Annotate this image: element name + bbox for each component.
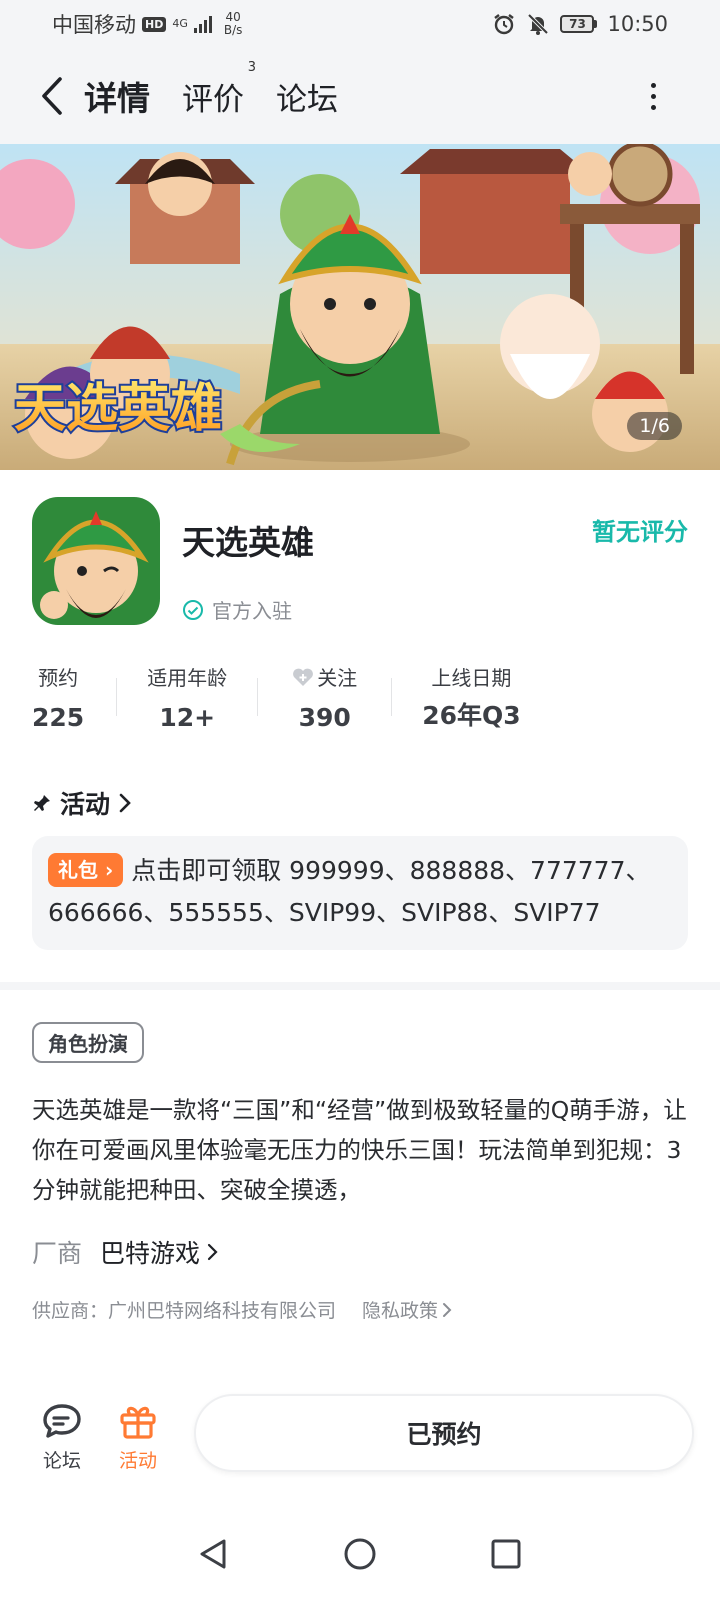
status-left: 中国移动 HD 4G 40 B/s <box>52 9 242 39</box>
tab-forum[interactable]: 论坛 <box>276 74 338 119</box>
activity-title: 活动 <box>60 790 111 819</box>
genre-tag[interactable]: 角色扮演 <box>32 1022 144 1063</box>
clock: 10:50 <box>607 12 668 36</box>
stat-reservations: 预约 225 <box>32 660 116 734</box>
chat-bubble-icon <box>43 1404 81 1438</box>
tab-details[interactable]: 详情 <box>79 72 155 124</box>
forum-label: 论坛 <box>42 1450 81 1472</box>
activity-text: 点击即可领取 999999、888888、777777、666666、55555… <box>48 856 651 927</box>
official-badge: 官方入驻 <box>182 595 292 624</box>
stat-label: 适用年龄 <box>147 666 228 690</box>
chevron-right-icon <box>443 1302 452 1317</box>
tab-details-label: 详情 <box>84 79 150 118</box>
heart-plus-icon <box>293 668 314 686</box>
activity-button[interactable]: 活动 <box>108 1402 168 1473</box>
stat-release-date: 上线日期 26年Q3 <box>392 660 550 734</box>
tab-reviews[interactable]: 评价 3 <box>182 60 256 119</box>
signal-icon <box>193 15 212 33</box>
official-label: 官方入驻 <box>212 599 292 623</box>
activity-card[interactable]: 礼包 › 点击即可领取 999999、888888、777777、666666、5… <box>32 836 688 950</box>
tab-forum-label: 论坛 <box>276 81 338 118</box>
gift-icon <box>120 1406 156 1439</box>
pin-icon <box>34 795 50 811</box>
system-nav-bar <box>0 1508 720 1600</box>
chevron-right-icon <box>207 1243 218 1261</box>
battery-icon: 73 <box>560 15 598 33</box>
rating-status: 暂无评分 <box>592 518 688 546</box>
stat-age-rating: 适用年龄 12+ <box>117 660 257 734</box>
carousel-counter: 1/6 <box>627 412 682 440</box>
battery-level: 73 <box>560 15 595 33</box>
tab-reviews-label: 评价 <box>182 81 244 118</box>
supplier-text: 供应商：广州巴特网络科技有限公司 <box>32 1300 337 1322</box>
check-circle-icon <box>183 599 203 620</box>
stat-value: 12+ <box>159 703 216 732</box>
vendor-row[interactable]: 厂商 巴特游戏 <box>32 1234 218 1270</box>
stat-value: 225 <box>32 703 85 732</box>
stat-label: 上线日期 <box>431 666 512 690</box>
top-nav: 详情 评价 3 论坛 <box>0 48 720 144</box>
reviews-count-badge: 3 <box>247 59 256 75</box>
forum-button[interactable]: 论坛 <box>32 1402 92 1473</box>
section-divider <box>0 982 720 990</box>
vendor-label: 厂商 <box>32 1239 83 1268</box>
carrier-name: 中国移动 <box>52 13 136 37</box>
stat-value: 390 <box>298 703 351 732</box>
app-icon <box>32 497 160 625</box>
activity-content: 礼包 › 点击即可领取 999999、888888、777777、666666、5… <box>48 850 672 934</box>
banner-artwork: 天选英雄 <box>0 144 720 470</box>
alarm-icon <box>494 14 515 35</box>
nav-home-icon[interactable] <box>342 1536 378 1572</box>
reserved-button[interactable]: 已预约 <box>194 1394 694 1472</box>
stat-followers-label: 关注 <box>317 666 358 690</box>
network-type: 4G <box>172 17 188 30</box>
stat-value: 26年Q3 <box>422 701 521 730</box>
speed-unit: B/s <box>223 23 243 37</box>
stat-label: 预约 <box>38 666 79 690</box>
network-speed: 40 B/s <box>224 11 243 37</box>
hd-badge: HD <box>142 16 167 32</box>
status-bar: 中国移动 HD 4G 40 B/s 73 10:50 <box>0 0 720 48</box>
stat-label: 关注 <box>292 662 357 691</box>
banner-logo: 天选英雄 <box>14 379 222 439</box>
chevron-right-icon <box>119 793 131 813</box>
vendor-name: 巴特游戏 <box>100 1239 201 1268</box>
stats-row: 预约 225 适用年龄 12+ 关注 390 上线日期 26年Q3 <box>32 660 572 734</box>
screenshot-carousel[interactable]: 天选英雄 1/6 <box>0 144 720 470</box>
vendor-link[interactable]: 巴特游戏 <box>100 1234 218 1270</box>
gift-tag-label: 礼包 <box>58 858 98 882</box>
nav-recents-icon[interactable] <box>488 1536 524 1572</box>
gift-tag[interactable]: 礼包 › <box>48 853 124 887</box>
stat-followers[interactable]: 关注 390 <box>258 660 391 734</box>
status-right: 73 10:50 <box>492 12 668 36</box>
privacy-policy-link[interactable]: 隐私政策 <box>362 1296 452 1323</box>
game-description[interactable]: 天选英雄是一款将“三国”和“经营”做到极致轻量的Q萌手游，让你在可爱画风里体验毫… <box>32 1090 692 1210</box>
mute-bell-icon <box>528 13 549 35</box>
nav-back-icon[interactable] <box>196 1536 232 1572</box>
activity-label: 活动 <box>118 1450 157 1472</box>
privacy-label: 隐私政策 <box>362 1300 439 1322</box>
activity-section-header[interactable]: 活动 <box>32 785 132 821</box>
bottom-action-bar: 论坛 活动 已预约 <box>0 1380 720 1500</box>
back-button[interactable] <box>30 66 74 126</box>
app-name: 天选英雄 <box>182 523 314 562</box>
chevron-left-icon <box>42 77 62 115</box>
supplier-row: 供应商：广州巴特网络科技有限公司 隐私政策 <box>32 1296 452 1323</box>
more-menu-button[interactable] <box>638 71 668 121</box>
